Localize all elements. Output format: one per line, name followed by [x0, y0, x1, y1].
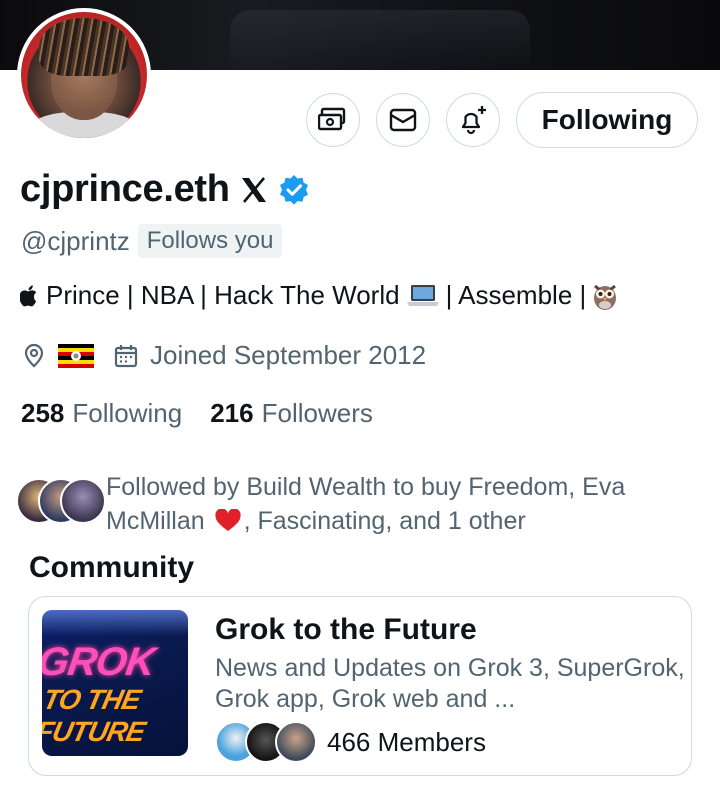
followed-by-line1: Followed by Build Wealth to buy Freedom,… [106, 473, 626, 501]
community-name: Grok to the Future [215, 613, 477, 646]
member-avatars [215, 721, 317, 763]
community-thumbnail: GROK TO THE FUTURE [42, 610, 188, 756]
avatar-hair [39, 18, 129, 76]
verified-badge-icon[interactable] [278, 174, 310, 206]
members-count: 466 Members [327, 726, 486, 757]
bio-text-2: | Assemble | [445, 280, 587, 310]
community-description: News and Updates on Grok 3, SuperGrok, G… [215, 654, 685, 713]
display-name: cjprince.eth [20, 168, 230, 210]
followed-by-text: Followed by Build Wealth to buy Freedom,… [106, 470, 666, 538]
thumb-line1: GROK [42, 640, 158, 684]
following-count: 258 [21, 398, 65, 428]
mail-icon [389, 108, 417, 132]
followed-by[interactable]: Followed by Build Wealth to buy Freedom,… [16, 470, 666, 538]
tip-button[interactable] [306, 93, 360, 147]
uganda-flag-icon [58, 343, 94, 368]
followed-by-rest: , Fascinating, and 1 other [243, 507, 526, 535]
community-members: 466 Members [215, 721, 486, 763]
location-icon [24, 343, 44, 367]
followers-count: 216 [210, 398, 254, 428]
profile-meta: Joined September 2012 [22, 340, 426, 371]
money-icon [318, 107, 346, 131]
laptop-emoji-icon [406, 284, 439, 306]
message-button[interactable] [376, 93, 430, 147]
bio: Prince | NBA | Hack The World | Assemble… [20, 280, 618, 311]
red-heart-icon [214, 508, 241, 531]
thumbnail-glow [42, 610, 188, 636]
followers-label: Followers [261, 398, 373, 428]
followed-by-avatars [16, 478, 106, 526]
calendar-icon [114, 344, 138, 367]
followed-by-name: McMillan [106, 507, 205, 535]
following-stat[interactable]: 258 Following [21, 398, 182, 429]
profile-avatar[interactable] [17, 8, 151, 142]
banner-shade [230, 10, 530, 70]
followers-stat[interactable]: 216 Followers [210, 398, 373, 429]
owl-emoji-icon [594, 284, 617, 310]
following-label: Following [72, 398, 183, 428]
community-card[interactable]: GROK TO THE FUTURE Grok to the Future Ne… [28, 596, 692, 776]
joined-date: Joined September 2012 [150, 340, 427, 370]
bell-plus-icon [461, 106, 486, 135]
following-button[interactable]: Following [516, 92, 698, 148]
follow-stats: 258 Following 216 Followers [21, 398, 373, 429]
followed-by-line2: McMillan , Fascinating, and 1 other [106, 504, 666, 538]
follower-avatar [60, 478, 106, 524]
name-row: cjprince.eth [20, 168, 310, 211]
x-logo-icon [241, 176, 266, 203]
handle-row: @cjprintz Follows you [21, 224, 283, 258]
notify-button[interactable] [446, 93, 500, 147]
member-avatar [275, 721, 317, 763]
community-section-title: Community [29, 551, 194, 584]
handle: @cjprintz [21, 225, 130, 256]
thumb-line2: TO THE FUTURE [42, 684, 148, 747]
bio-text: Prince | NBA | Hack The World [46, 280, 400, 310]
apple-logo-icon [20, 284, 37, 306]
follows-you-badge: Follows you [137, 224, 283, 258]
